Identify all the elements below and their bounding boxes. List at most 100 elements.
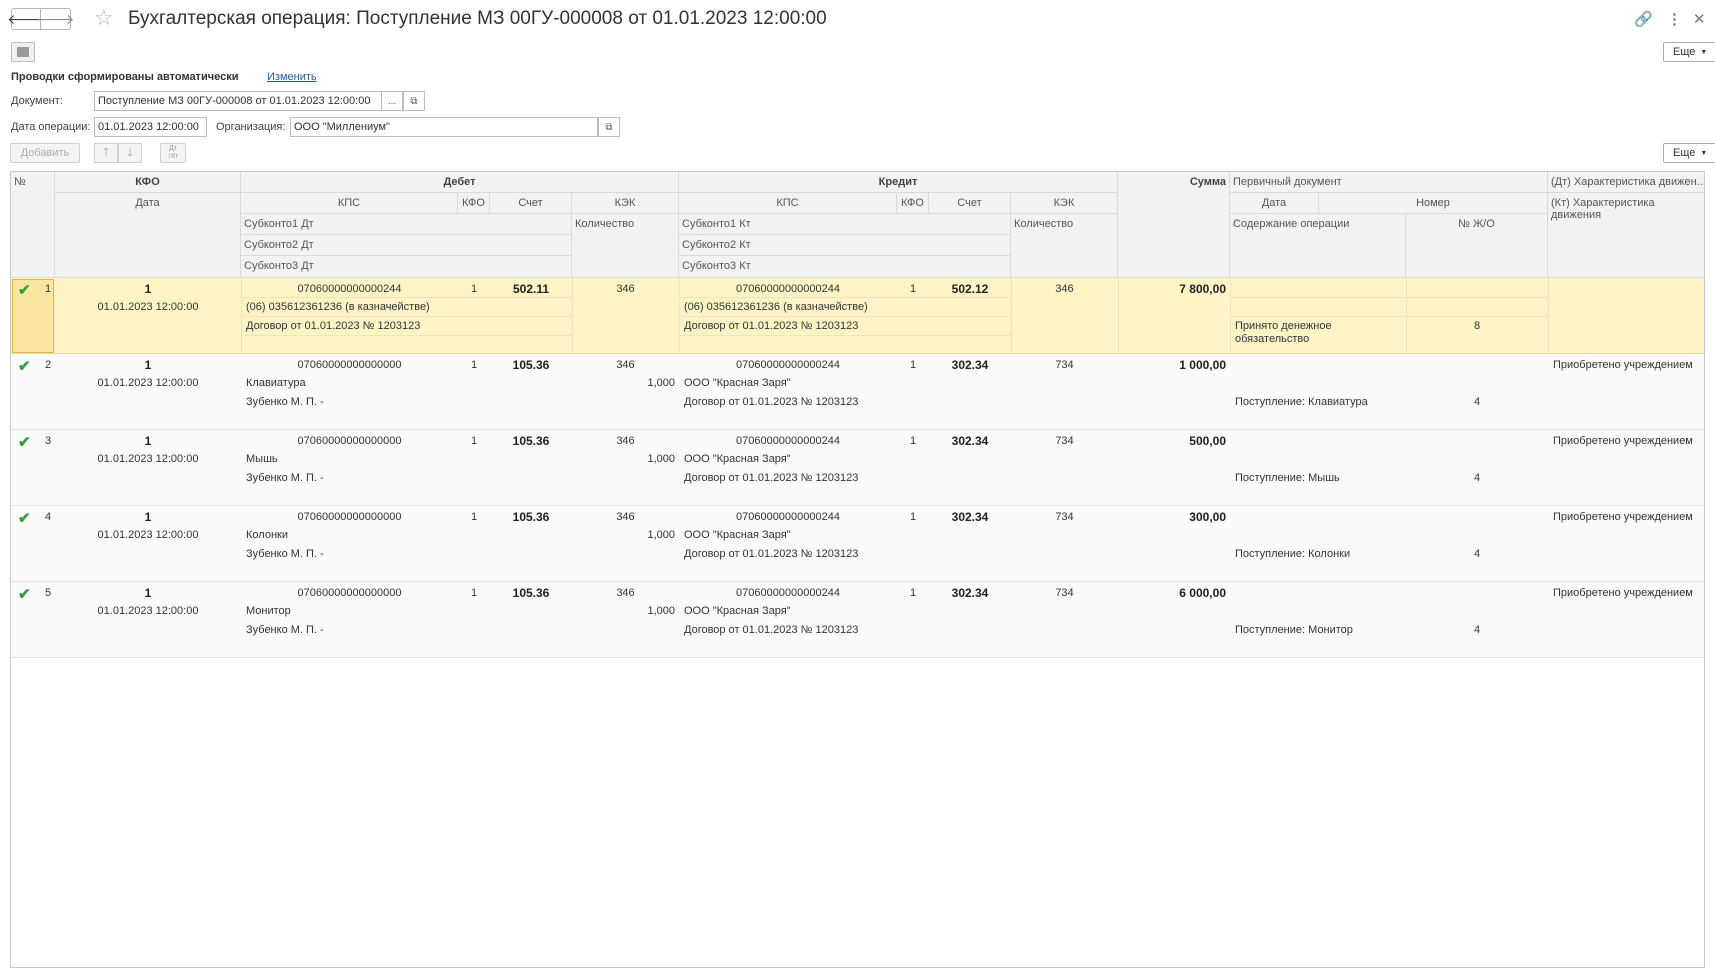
favorite-star-icon[interactable]: ☆	[94, 7, 114, 29]
cell-kt-kek: 734	[1055, 435, 1074, 447]
cell-kt-kek: 734	[1055, 587, 1074, 599]
cell-dt-kps: 07060000000000000	[297, 435, 402, 447]
date-field[interactable]: 01.01.2023 12:00:00	[94, 117, 207, 137]
header-pd-number[interactable]: Номер	[1319, 193, 1548, 214]
cell-kt-sub2: Договор от 01.01.2023 № 1203123	[684, 396, 859, 408]
document-field[interactable]: Поступление МЗ 00ГУ-000008 от 01.01.2023…	[94, 91, 382, 111]
header-dt-kfo[interactable]: КФО	[458, 193, 490, 214]
document-select-button[interactable]: ...	[381, 91, 403, 111]
header-kt-qty[interactable]: Количество	[1011, 214, 1118, 278]
header-primary-doc: Первичный документ	[1230, 172, 1548, 193]
cell-kt-kps: 07060000000000244	[735, 359, 840, 371]
organization-field[interactable]: ООО "Миллениум"	[290, 117, 598, 137]
cell-dt-sub2: Зубенко М. П. -	[246, 624, 324, 636]
cell-sum: 1 000,00	[1179, 358, 1226, 372]
document-open-button[interactable]: ⧉	[403, 91, 425, 111]
header-kt-kfo[interactable]: КФО	[897, 193, 929, 214]
header-kt-sub3[interactable]: Субконто3 Кт	[679, 256, 1011, 278]
cell-content: Поступление: Клавиатура	[1235, 396, 1368, 408]
move-up-button[interactable]: 🡑	[94, 143, 118, 163]
posting-active-check-icon: ✔	[18, 434, 31, 451]
header-dt-sub3[interactable]: Субконто3 Дт	[241, 256, 572, 278]
table-row[interactable]: ✔ 2 1 01.01.2023 12:00:00 07060000000000…	[11, 354, 1704, 430]
cell-dt-kps: 07060000000000000	[297, 359, 402, 371]
header-dt-account[interactable]: Счет	[490, 193, 572, 214]
cell-dt-qty: 1,000	[647, 377, 675, 389]
header-kt-kps[interactable]: КПС	[679, 193, 897, 214]
dropdown-arrow-icon: ▼	[1700, 48, 1708, 56]
more-button-table[interactable]: Еще ▼	[1663, 143, 1715, 163]
header-dt-characteristic[interactable]: (Дт) Характеристика движен...	[1548, 172, 1704, 193]
cell-dt-sub1: Клавиатура	[246, 377, 306, 389]
cell-kt-kfo: 1	[909, 587, 917, 599]
move-down-button[interactable]: 🡓	[118, 143, 142, 163]
organization-open-button[interactable]: ⧉	[598, 117, 620, 137]
cell-dt-sub2: Зубенко М. П. -	[246, 548, 324, 560]
cell-dt-sub1: (06) 035612361236 (в казначействе)	[246, 301, 430, 313]
header-kt-kek[interactable]: КЭК	[1011, 193, 1118, 214]
posting-active-check-icon: ✔	[18, 282, 31, 299]
header-kfo[interactable]: КФО	[55, 172, 241, 193]
date-label: Дата операции:	[11, 121, 91, 133]
table-row[interactable]: ✔ 1 1 01.01.2023 12:00:00 07060000000000…	[11, 278, 1704, 354]
cell-kt-account: 302.34	[951, 510, 989, 524]
header-dt-sub1[interactable]: Субконто1 Дт	[241, 214, 572, 235]
header-date[interactable]: Дата	[55, 193, 241, 278]
header-kt-sub1[interactable]: Субконто1 Кт	[679, 214, 1011, 235]
save-button[interactable]	[11, 42, 35, 62]
table-row[interactable]: ✔ 3 1 01.01.2023 12:00:00 07060000000000…	[11, 430, 1704, 506]
arrow-down-icon: 🡓	[126, 144, 134, 159]
save-icon	[17, 47, 29, 57]
header-dt-kps[interactable]: КПС	[241, 193, 458, 214]
cell-characteristic: Приобретено учреждением	[1553, 359, 1693, 371]
header-kt-characteristic[interactable]: (Кт) Характеристика движения	[1548, 193, 1704, 278]
header-kt-sub2[interactable]: Субконто2 Кт	[679, 235, 1011, 256]
change-link[interactable]: Изменить	[267, 71, 317, 83]
close-icon[interactable]: ✕	[1693, 10, 1706, 28]
forward-button[interactable]: 🡒	[37, 8, 74, 30]
cell-dt-kek: 346	[616, 283, 635, 295]
menu-dots-icon[interactable]: ⋮	[1667, 10, 1682, 28]
cell-dt-kfo: 1	[470, 511, 478, 523]
header-content[interactable]: Содержание операции	[1230, 214, 1406, 278]
cell-journal: 4	[1473, 396, 1481, 408]
header-dt-kek[interactable]: КЭК	[572, 193, 679, 214]
table-row[interactable]: ✔ 5 1 01.01.2023 12:00:00 07060000000000…	[11, 582, 1704, 658]
cell-dt-kek: 346	[616, 511, 635, 523]
add-button[interactable]: Добавить	[10, 143, 80, 163]
open-icon: ⧉	[605, 121, 613, 133]
cell-dt-account: 105.36	[512, 586, 550, 600]
cell-kt-sub2: Договор от 01.01.2023 № 1203123	[684, 472, 859, 484]
header-pd-date[interactable]: Дата	[1230, 193, 1319, 214]
cell-dt-sub2: Зубенко М. П. -	[246, 472, 324, 484]
swap-dt-kt-button[interactable]: Дт ↕Кт	[160, 143, 186, 163]
header-num[interactable]: №	[11, 172, 55, 278]
table-row[interactable]: ✔ 4 1 01.01.2023 12:00:00 07060000000000…	[11, 506, 1704, 582]
header-kt-account[interactable]: Счет	[929, 193, 1011, 214]
arrow-up-icon: 🡑	[102, 144, 110, 159]
auto-postings-label: Проводки сформированы автоматически	[11, 71, 239, 83]
more-button-top[interactable]: Еще ▼	[1663, 42, 1715, 62]
cell-kt-sub1: ООО "Красная Заря"	[684, 453, 791, 465]
link-icon[interactable]: 🔗	[1634, 10, 1653, 28]
cell-journal: 8	[1473, 320, 1481, 332]
header-journal[interactable]: № Ж/О	[1406, 214, 1548, 278]
cell-date: 01.01.2023 12:00:00	[97, 529, 199, 541]
cell-sum: 6 000,00	[1179, 586, 1226, 600]
header-dt-sub2[interactable]: Субконто2 Дт	[241, 235, 572, 256]
cell-dt-account: 502.11	[512, 282, 550, 296]
cell-journal: 4	[1473, 548, 1481, 560]
posting-active-check-icon: ✔	[18, 510, 31, 527]
cell-num: 1	[45, 283, 52, 295]
cell-content: Поступление: Колонки	[1235, 548, 1351, 560]
cell-kt-sub2: Договор от 01.01.2023 № 1203123	[684, 624, 859, 636]
cell-kfo: 1	[144, 434, 152, 448]
cell-kfo: 1	[144, 358, 152, 372]
cell-dt-qty: 1,000	[647, 453, 675, 465]
cell-dt-kfo: 1	[470, 587, 478, 599]
header-sum[interactable]: Сумма	[1118, 172, 1230, 278]
header-dt-qty[interactable]: Количество	[572, 214, 679, 278]
cell-dt-sub2: Зубенко М. П. -	[246, 396, 324, 408]
cell-date: 01.01.2023 12:00:00	[97, 301, 199, 313]
cell-kfo: 1	[144, 282, 152, 296]
